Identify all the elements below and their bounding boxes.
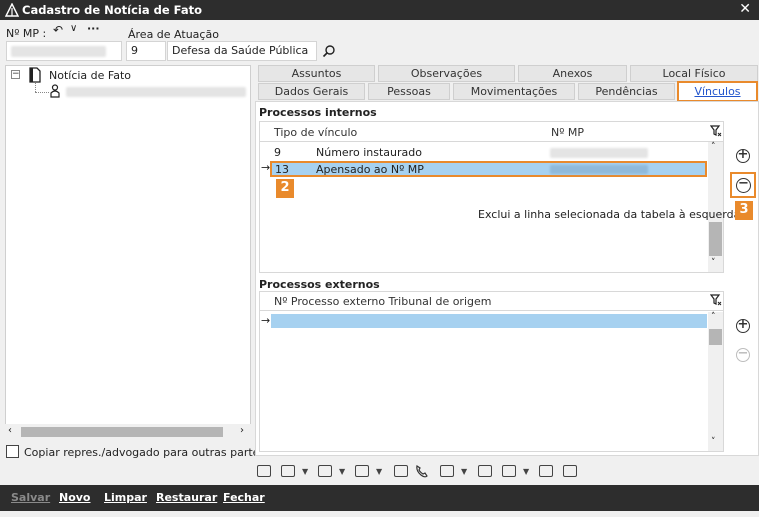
tab-assuntos[interactable]: Assuntos [258,65,375,82]
app-logo-icon [5,3,19,17]
window-title: Cadastro de Notícia de Fato [22,3,203,17]
undo-icon[interactable]: ↶ [53,23,63,37]
header-divider [260,310,724,311]
scroll-left-icon[interactable]: ‹ [8,425,12,436]
hierarchy-icon[interactable] [318,465,332,477]
remove-external-icon: − [736,346,750,362]
scroll-down-icon[interactable]: ˅ [711,258,716,268]
current-row-arrow-icon: → [261,161,271,174]
area-label: Área de Atuação [128,28,219,41]
scroll-thumb[interactable] [709,222,722,256]
print-label-icon[interactable] [478,465,492,477]
table-row-selected[interactable]: 13 Apensado ao Nº MP [270,161,707,177]
processos-internos-title: Processos internos [259,106,377,119]
tab-dados-gerais[interactable]: Dados Gerais [258,83,365,100]
document-edit-icon[interactable] [539,465,553,477]
printer-icon[interactable] [440,465,454,477]
callout-badge-3: 3 [735,201,753,220]
dropdown-caret-icon[interactable]: ▼ [302,467,308,476]
table-row-selected[interactable] [271,314,707,328]
tree-horizontal-scrollbar[interactable]: ‹ › [5,424,251,440]
document-icon [29,67,41,83]
column-header-processo-externo[interactable]: Nº Processo externo Tribunal de origem [274,295,491,308]
scroll-up-icon[interactable]: ˄ [711,142,716,152]
calendar-icon[interactable] [502,465,516,477]
mp-number-value [11,46,106,57]
scroll-right-icon[interactable]: › [240,425,244,436]
dropdown-caret-icon[interactable]: ▼ [339,467,345,476]
tree-connector [35,83,36,92]
row-tipo: Número instaurado [316,146,422,159]
tree-panel[interactable]: − Notícia de Fato [5,65,251,440]
add-external-icon[interactable]: + [736,318,750,333]
tab-vinculos[interactable]: Vínculos [677,81,758,102]
copy-representative-checkbox[interactable] [6,445,19,458]
callout-badge-2: 2 [276,179,294,198]
scroll-down-icon[interactable]: ˅ [711,437,716,447]
filter-icon[interactable] [710,294,722,306]
title-bar: Cadastro de Notícia de Fato ✕ [0,0,759,20]
phone-icon[interactable] [415,464,429,478]
tab-pendencias[interactable]: Pendências [578,83,675,100]
tree-connector [35,92,49,93]
area-name-field: Defesa da Saúde Pública [167,41,317,61]
send-mail-icon[interactable] [563,465,577,477]
tab-anexos[interactable]: Anexos [518,65,627,82]
column-header-tipo[interactable]: Tipo de vínculo [274,126,357,139]
externos-vertical-scrollbar[interactable]: ˄ ˅ [708,312,723,451]
row-tipo: Apensado ao Nº MP [316,163,424,176]
copy-representative-label: Copiar repres./advogado para outras part… [24,446,266,459]
processos-internos-table[interactable] [259,121,724,273]
close-button[interactable]: Fechar [223,491,265,504]
person-icon [50,84,60,98]
collapse-icon[interactable]: − [11,70,20,79]
current-row-arrow-icon: → [261,314,271,327]
row-code: 9 [274,146,281,159]
clear-button[interactable]: Limpar [104,491,147,504]
header-divider [260,141,724,142]
tab-movimentacoes[interactable]: Movimentações [453,83,575,100]
dropdown-caret-icon[interactable]: ▼ [523,467,529,476]
filter-icon[interactable] [710,125,722,137]
row-code: 13 [275,163,289,176]
add-internal-icon[interactable]: + [736,148,750,163]
mp-label: Nº MP : [6,27,47,40]
clipboard-icon[interactable] [394,465,408,477]
new-button[interactable]: Novo [59,491,91,504]
restore-button[interactable]: Restaurar [156,491,217,504]
row-mp [550,165,648,174]
tab-local-fisico[interactable]: Local Físico [630,65,758,82]
column-header-mp[interactable]: Nº MP [551,126,584,139]
footer-bar: Salvar Novo Limpar Restaurar Fechar [0,485,759,511]
internos-vertical-scrollbar[interactable]: ˄ ˅ [708,142,723,272]
tree-root-label[interactable]: Notícia de Fato [49,69,131,82]
table-row[interactable]: 9 Número instaurado [260,146,707,160]
processos-externos-title: Processos externos [259,278,380,291]
scroll-up-icon[interactable]: ˄ [711,312,716,322]
scroll-thumb[interactable] [21,427,223,437]
remove-internal-button[interactable]: − [730,172,756,198]
save-button: Salvar [11,491,51,504]
area-code-field[interactable]: 9 [126,41,166,61]
scroll-thumb[interactable] [709,329,722,345]
dropdown-caret-icon[interactable]: ▼ [461,467,467,476]
chevron-down-icon[interactable]: ∨ [70,23,77,34]
row-mp [550,148,648,158]
dropdown-caret-icon[interactable]: ▼ [376,467,382,476]
mp-number-field[interactable] [6,41,122,61]
remove-icon[interactable]: − [736,177,751,193]
delete-tooltip: Exclui a linha selecionada da tabela à e… [478,208,741,221]
tree-child-label[interactable] [66,87,246,97]
tab-pessoas[interactable]: Pessoas [368,83,450,100]
close-icon[interactable]: ✕ [739,1,751,17]
new-document-icon[interactable] [257,465,271,477]
more-icon[interactable]: ··· [87,22,100,35]
tab-observacoes[interactable]: Observações [378,65,515,82]
search-icon[interactable] [322,44,336,58]
folder-icon[interactable] [281,465,295,477]
copy-pages-icon[interactable] [355,465,369,477]
